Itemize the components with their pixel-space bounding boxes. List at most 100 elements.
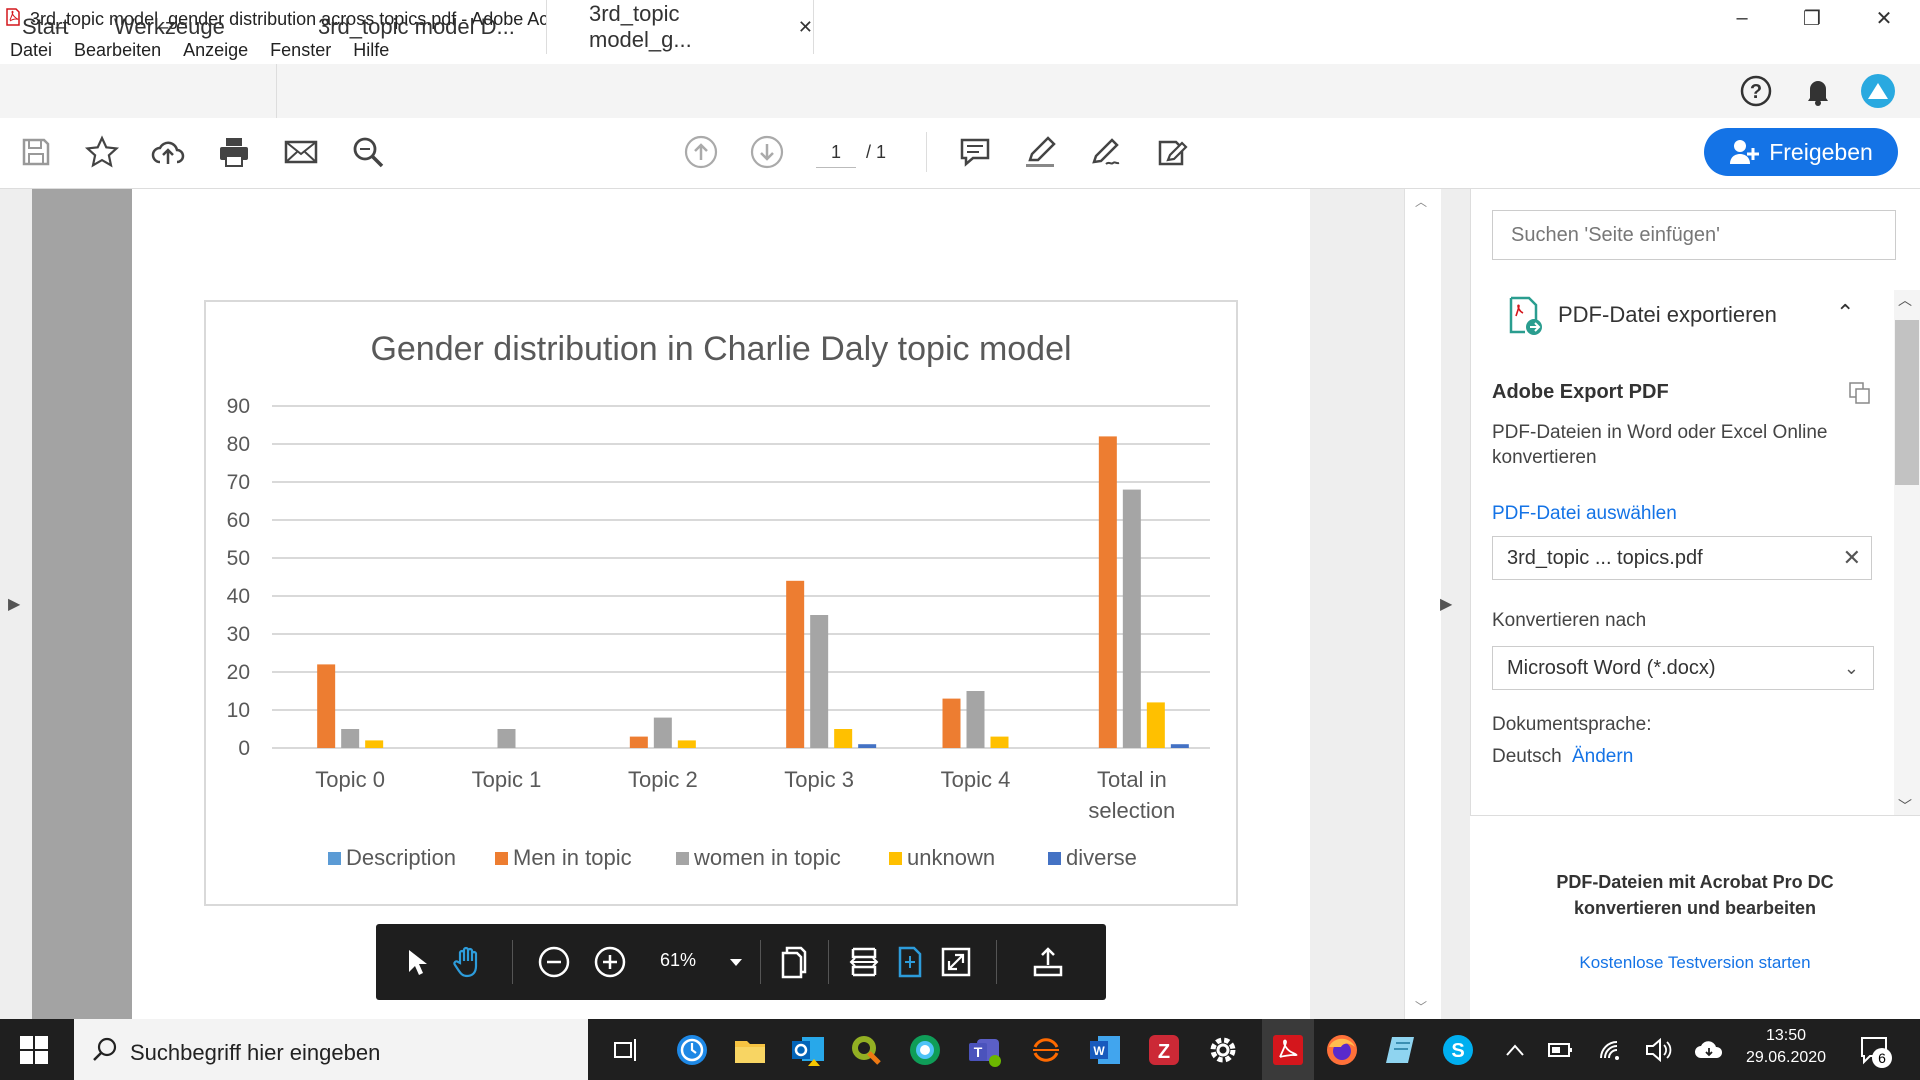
- user-avatar-icon[interactable]: [1858, 71, 1898, 111]
- acrobat-app-icon: [6, 8, 20, 26]
- volume-icon[interactable]: [1638, 1029, 1680, 1071]
- scroll-down-icon[interactable]: ﹀: [1415, 998, 1427, 1015]
- document-scrollbar[interactable]: ︿ ﹀: [1404, 189, 1441, 1019]
- change-language-link[interactable]: Ändern: [1572, 746, 1633, 768]
- share-button[interactable]: Freigeben: [1704, 128, 1898, 176]
- tab-document-1-label: 3rd_topic model D...: [318, 14, 515, 39]
- close-window-button[interactable]: ✕: [1852, 0, 1916, 36]
- battery-icon[interactable]: [1540, 1029, 1582, 1071]
- task-view-icon[interactable]: [604, 1029, 646, 1071]
- selected-file-name: 3rd_topic ... topics.pdf: [1507, 547, 1703, 569]
- bar: [858, 744, 877, 748]
- bar: [365, 740, 384, 748]
- windows-start-icon[interactable]: [20, 1036, 48, 1069]
- minimize-button[interactable]: –: [1710, 0, 1774, 36]
- onedrive-cloud-icon[interactable]: [1688, 1029, 1730, 1071]
- free-trial-link[interactable]: Kostenlose Testversion starten: [1470, 953, 1920, 973]
- zoom-level[interactable]: 61%: [660, 950, 696, 971]
- bar-chart: Gender distribution in Charlie Daly topi…: [227, 330, 1210, 870]
- wifi-icon[interactable]: [1592, 1029, 1634, 1071]
- tab-bar: [0, 64, 1920, 119]
- restore-button[interactable]: ❐: [1780, 0, 1844, 36]
- right-scroll-up-icon[interactable]: ︿: [1898, 290, 1912, 310]
- outlook-icon[interactable]: [787, 1029, 829, 1071]
- notes-app-icon[interactable]: [1380, 1029, 1422, 1071]
- print-icon[interactable]: [214, 132, 254, 172]
- bar: [677, 740, 696, 748]
- show-hidden-icons-chevron-icon[interactable]: [1494, 1029, 1536, 1071]
- hand-tool-icon[interactable]: [448, 942, 488, 982]
- x-tick-label: Topic 2: [628, 767, 698, 792]
- zotero-icon[interactable]: Z: [1143, 1029, 1185, 1071]
- float-divider: [996, 940, 997, 984]
- clear-file-icon[interactable]: ✕: [1843, 537, 1861, 579]
- tools-search-input[interactable]: Suchen 'Seite einfügen': [1492, 210, 1896, 260]
- export-pdf-title[interactable]: PDF-Datei exportieren: [1558, 302, 1777, 328]
- y-tick-label: 90: [227, 395, 250, 418]
- page-number-input[interactable]: 1: [816, 137, 856, 168]
- tab-document-1[interactable]: 3rd_topic model D...: [276, 0, 546, 54]
- convert-format-value: Microsoft Word (*.docx): [1507, 657, 1716, 679]
- star-icon[interactable]: [82, 132, 122, 172]
- file-explorer-icon[interactable]: [729, 1029, 771, 1071]
- bar: [966, 691, 985, 748]
- chart-title: Gender distribution in Charlie Daly topi…: [370, 330, 1071, 368]
- right-pane-toggle-icon[interactable]: ▶: [1440, 594, 1452, 614]
- zoom-out-icon[interactable]: [534, 942, 574, 982]
- selected-file-field[interactable]: 3rd_topic ... topics.pdf ✕: [1492, 536, 1872, 580]
- promo-line-1: PDF-Dateien mit Acrobat Pro DC: [1556, 872, 1834, 892]
- fit-width-icon[interactable]: [844, 942, 884, 982]
- svg-text:T: T: [974, 1044, 983, 1060]
- acrobat-taskbar-icon[interactable]: [1267, 1029, 1309, 1071]
- sign-icon[interactable]: [1086, 132, 1126, 172]
- zoom-in-icon[interactable]: [590, 942, 630, 982]
- skype-icon[interactable]: S: [1437, 1029, 1479, 1071]
- convert-format-select[interactable]: Microsoft Word (*.docx) ⌄: [1492, 646, 1874, 690]
- notifications-bell-icon[interactable]: [1798, 71, 1838, 111]
- search-zoom-icon[interactable]: [348, 132, 388, 172]
- taskbar-clock[interactable]: 13:50 29.06.2020: [1740, 1025, 1832, 1069]
- tab-document-2[interactable]: 3rd_topic model_g... ✕: [546, 0, 814, 54]
- firefox-icon[interactable]: [1321, 1029, 1363, 1071]
- y-tick-label: 40: [227, 585, 250, 608]
- collapse-chevron-up-icon[interactable]: ⌃: [1836, 300, 1854, 326]
- zoom-dropdown-caret-icon[interactable]: [716, 942, 756, 982]
- copy-icon[interactable]: [1848, 381, 1872, 405]
- email-icon[interactable]: [281, 132, 321, 172]
- taskbar-search-input[interactable]: Suchbegriff hier eingeben: [130, 1040, 380, 1066]
- fill-sign-icon[interactable]: [1152, 132, 1192, 172]
- notification-count-badge: 6: [1872, 1048, 1892, 1068]
- bar: [834, 729, 853, 748]
- page-view-icon[interactable]: [772, 942, 812, 982]
- tab-tools[interactable]: Werkzeuge: [114, 0, 225, 54]
- full-screen-icon[interactable]: [936, 942, 976, 982]
- help-icon[interactable]: ?: [1736, 71, 1776, 111]
- y-tick-label: 80: [227, 433, 250, 456]
- clock-app-icon[interactable]: [671, 1029, 713, 1071]
- fit-page-icon[interactable]: [890, 942, 930, 982]
- qgis-icon[interactable]: [845, 1029, 887, 1071]
- close-tab-icon[interactable]: ✕: [798, 17, 813, 38]
- settings-gear-icon[interactable]: [1202, 1029, 1244, 1071]
- tab-home[interactable]: Start: [22, 0, 68, 54]
- clock-time: 13:50: [1765, 1027, 1807, 1044]
- right-pane-scroll-thumb[interactable]: [1895, 320, 1919, 485]
- word-icon[interactable]: W: [1084, 1029, 1126, 1071]
- cloud-upload-icon[interactable]: [148, 132, 188, 172]
- scroll-up-icon[interactable]: ︿: [1415, 193, 1427, 210]
- select-pdf-file-link[interactable]: PDF-Datei auswählen: [1492, 503, 1677, 525]
- comment-icon[interactable]: [955, 132, 995, 172]
- right-scroll-down-icon[interactable]: ﹀: [1898, 796, 1912, 816]
- previous-page-icon[interactable]: [681, 132, 721, 172]
- convert-to-label: Konvertieren nach: [1492, 610, 1647, 631]
- browser-app-icon[interactable]: [904, 1029, 946, 1071]
- left-pane-toggle-icon[interactable]: ▶: [8, 594, 20, 614]
- refresh-app-icon[interactable]: [1025, 1029, 1067, 1071]
- save-icon[interactable]: [16, 132, 56, 172]
- highlight-pen-icon[interactable]: [1020, 132, 1060, 172]
- export-heading: Adobe Export PDF: [1492, 381, 1669, 403]
- teams-icon[interactable]: T: [964, 1029, 1006, 1071]
- select-arrow-icon[interactable]: [396, 942, 436, 982]
- next-page-icon[interactable]: [747, 132, 787, 172]
- upload-share-icon[interactable]: [1028, 942, 1068, 982]
